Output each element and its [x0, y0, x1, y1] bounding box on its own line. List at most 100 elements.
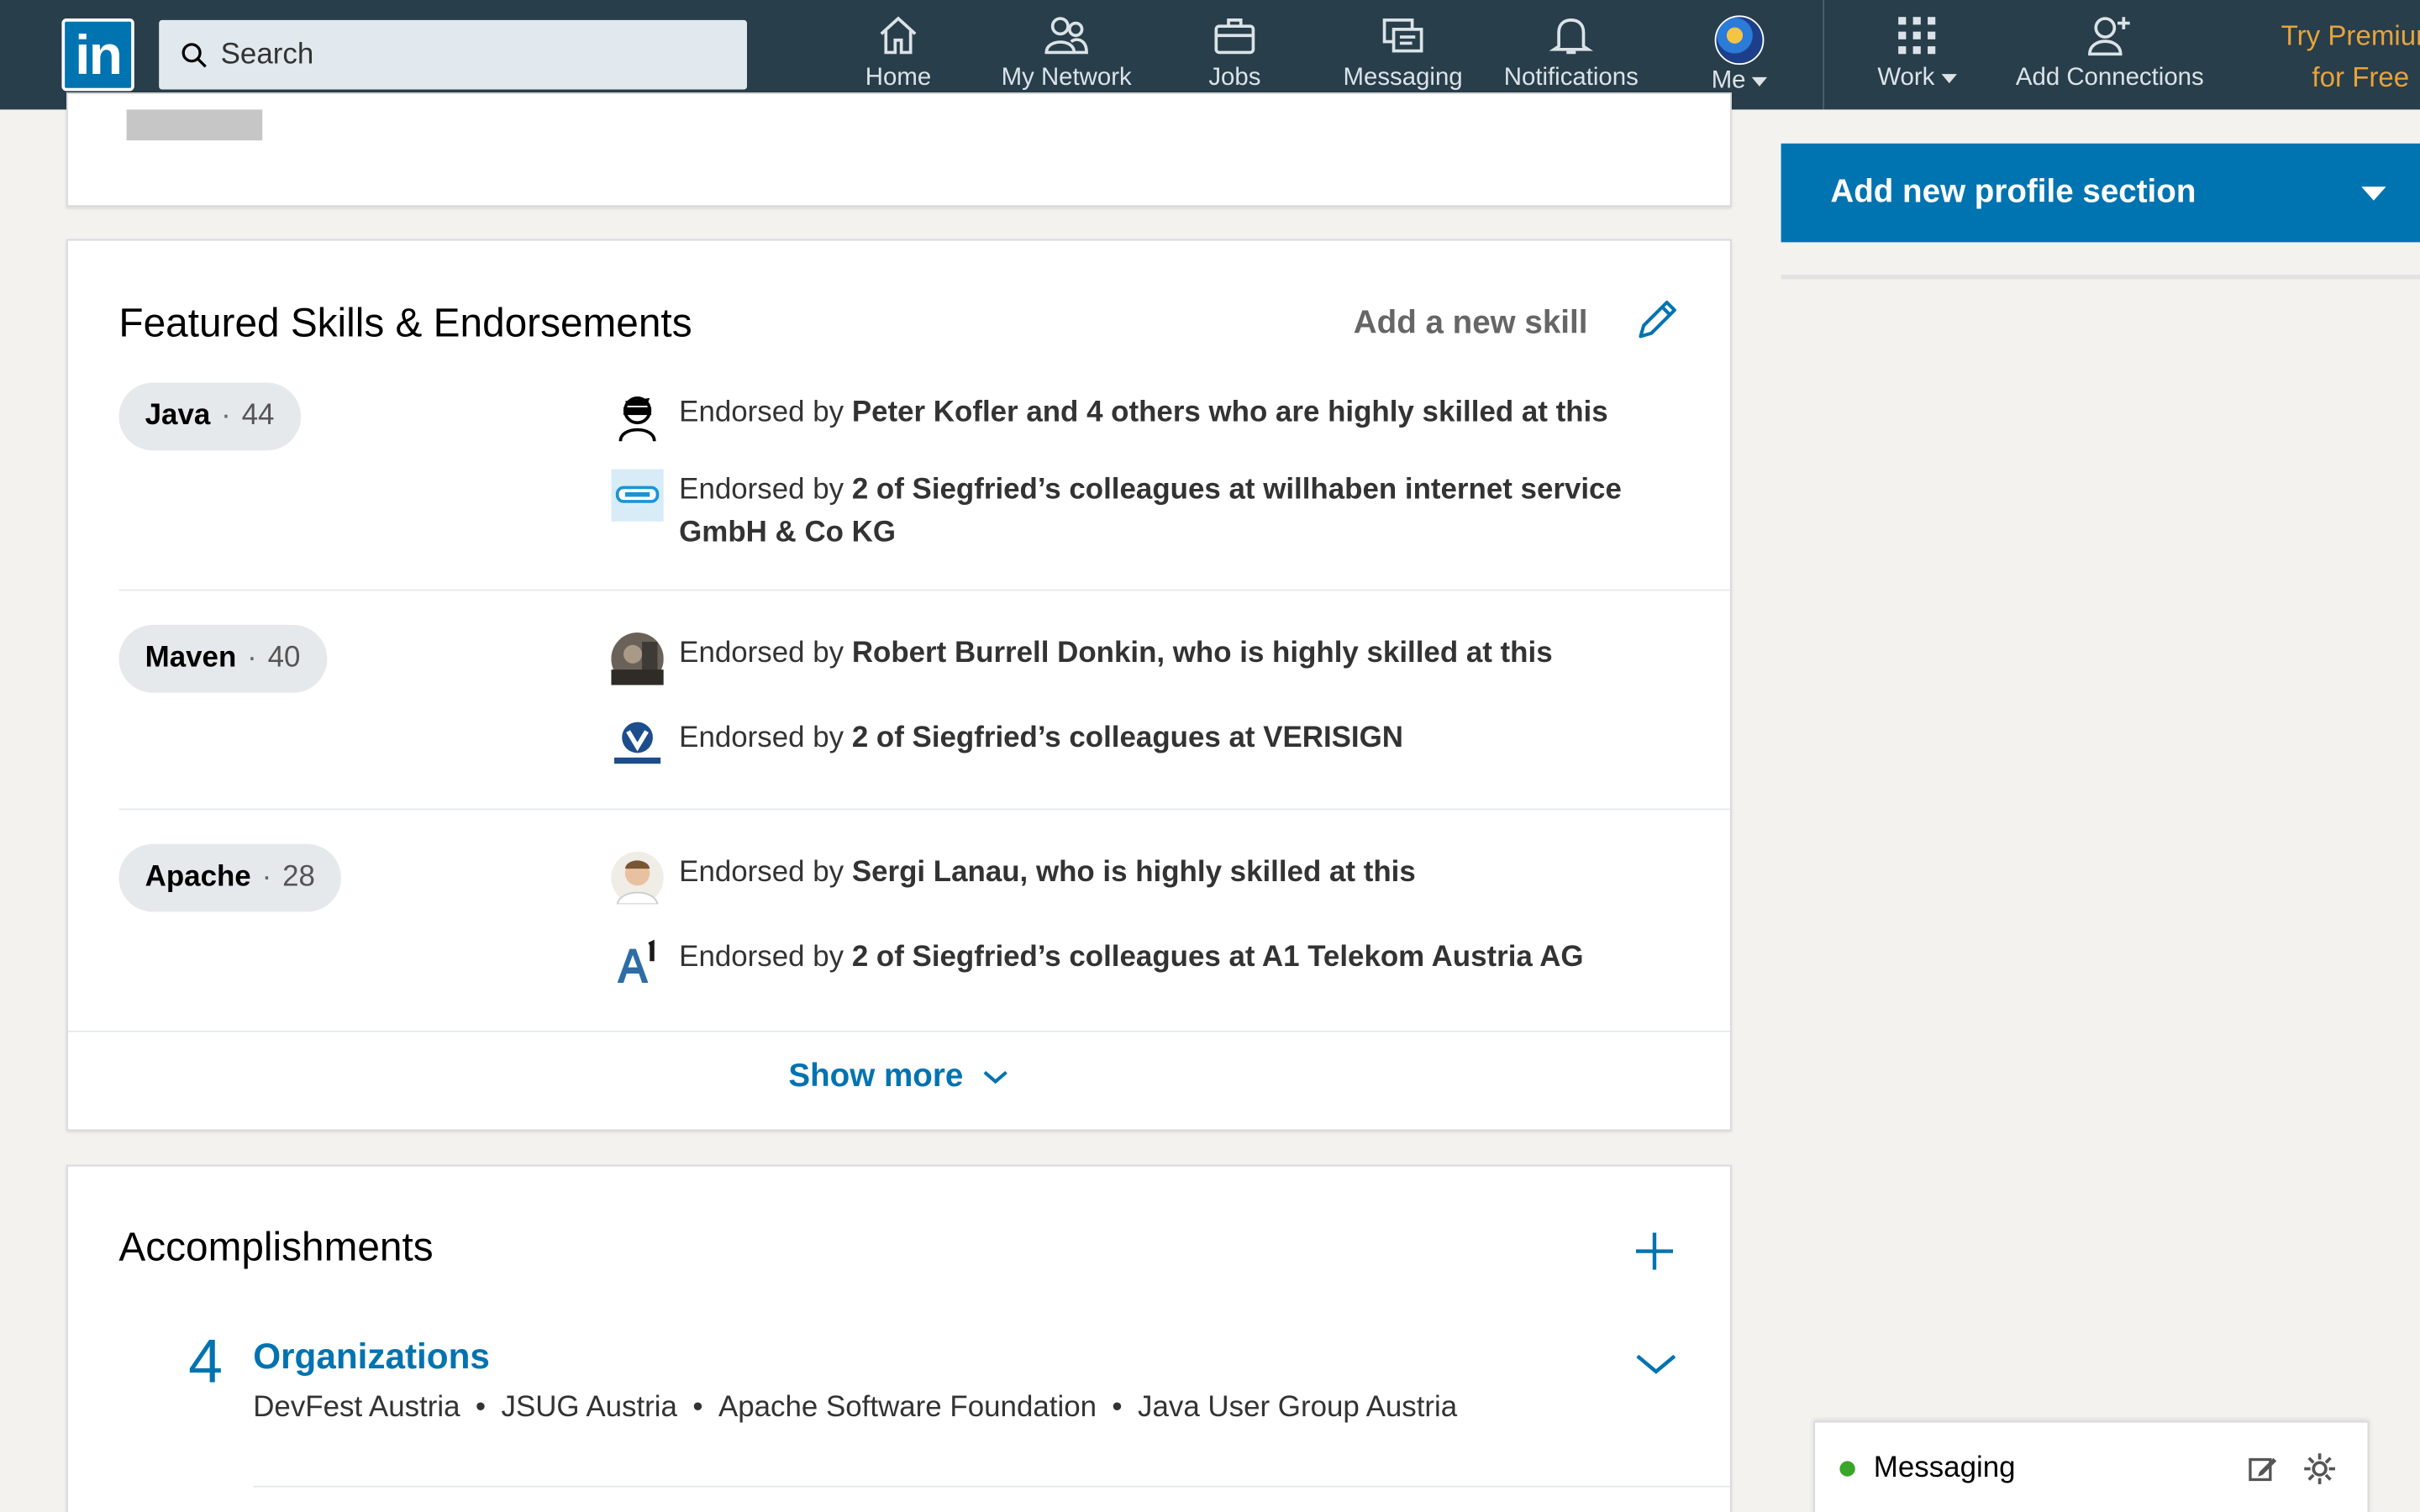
- search-icon: [182, 42, 207, 67]
- accomplishment-count: 4: [188, 1328, 223, 1397]
- endorsement-text: Endorsed by Peter Kofler and 4 others wh…: [679, 392, 1607, 435]
- endorsement-maven-1[interactable]: Endorsed by Robert Burrell Donkin, who i…: [611, 633, 1629, 685]
- skill-name: Apache: [145, 860, 251, 894]
- endorser-avatar-icon: [611, 633, 664, 685]
- home-icon: [880, 16, 917, 55]
- endorsement-detail: 2 of Siegfried’s colleagues at A1 Teleko…: [851, 941, 1584, 974]
- skill-pill-maven[interactable]: Maven · 40: [118, 624, 327, 693]
- nav-divider: [1823, 0, 1825, 110]
- a1-logo-icon: [617, 939, 655, 983]
- nav-messaging[interactable]: Messaging: [1337, 13, 1470, 105]
- endorsement-maven-2[interactable]: Endorsed by 2 of Siegfried’s colleagues …: [611, 717, 1629, 769]
- nav-work-label: Work: [1877, 65, 1957, 92]
- skill-count: 44: [241, 399, 275, 433]
- compose-icon[interactable]: [2247, 1453, 2278, 1484]
- skill-name: Java: [145, 399, 211, 433]
- organization-item: Java User Group Austria: [1138, 1391, 1458, 1425]
- messaging-dock[interactable]: Messaging: [1813, 1420, 2370, 1512]
- skill-dot: ·: [247, 642, 257, 675]
- nav-notifications-label: Notifications: [1503, 65, 1639, 92]
- plus-icon[interactable]: [1631, 1228, 1677, 1274]
- nav-jobs-label: Jobs: [1208, 65, 1261, 92]
- messaging-icon: [1382, 18, 1423, 53]
- nav-home-label: Home: [865, 65, 932, 92]
- caret-down-icon: [2361, 186, 2386, 201]
- nav-my-network-label: My Network: [1001, 65, 1132, 92]
- skill-count: 28: [282, 860, 315, 894]
- endorsement-prefix: Endorsed by: [679, 941, 852, 974]
- pencil-icon[interactable]: [1634, 297, 1681, 343]
- nav-me-label: Me: [1712, 68, 1768, 96]
- nav-add-connections[interactable]: Add Connections: [2007, 13, 2213, 105]
- nav-my-network[interactable]: My Network: [992, 13, 1140, 105]
- skill-pill-java[interactable]: Java · 44: [118, 382, 301, 451]
- skills-title: Featured Skills & Endorsements: [118, 299, 692, 346]
- endorsement-java-2[interactable]: Endorsed by 2 of Siegfried’s colleagues …: [611, 469, 1629, 555]
- linkedin-logo[interactable]: in: [61, 18, 134, 92]
- endorsement-text: Endorsed by Robert Burrell Donkin, who i…: [679, 633, 1552, 675]
- add-profile-section-label: Add new profile section: [1830, 174, 2196, 210]
- skills-card: Featured Skills & Endorsements Add a new…: [66, 239, 1732, 1131]
- endorsement-prefix: Endorsed by: [679, 722, 852, 755]
- endorsement-detail: Sergi Lanau, who is highly skilled at th…: [851, 856, 1416, 889]
- bullet-separator: •: [692, 1391, 703, 1425]
- endorsement-java-1[interactable]: Endorsed by Peter Kofler and 4 others wh…: [611, 392, 1629, 444]
- try-premium-link[interactable]: Try Premium for Free: [2269, 15, 2420, 98]
- skill-pill-apache[interactable]: Apache · 28: [118, 843, 342, 912]
- company-logo-icon: [611, 469, 664, 522]
- show-more-button[interactable]: Show more: [68, 1058, 1730, 1095]
- row-divider: [118, 589, 1730, 591]
- row-divider: [118, 808, 1730, 811]
- endorsement-text: Endorsed by Sergi Lanau, who is highly s…: [679, 852, 1416, 895]
- endorsement-detail: Robert Burrell Donkin, who is highly ski…: [851, 637, 1553, 670]
- online-status-icon: [1839, 1461, 1855, 1477]
- endorsement-prefix: Endorsed by: [679, 473, 852, 507]
- endorsement-detail: Peter Kofler and 4 others who are highly…: [851, 396, 1608, 429]
- search-input[interactable]: [220, 37, 715, 72]
- avatar: [1714, 15, 1765, 66]
- endorsement-prefix: Endorsed by: [679, 637, 852, 670]
- endorsement-prefix: Endorsed by: [679, 856, 852, 889]
- add-person-icon: [2088, 17, 2130, 56]
- skill-name: Maven: [145, 642, 237, 675]
- endorsement-text: Endorsed by 2 of Siegfried’s colleagues …: [679, 717, 1403, 760]
- chevron-down-icon[interactable]: [1634, 1352, 1677, 1376]
- organizations-link[interactable]: Organizations: [253, 1336, 490, 1378]
- show-more-divider: [67, 1030, 1730, 1032]
- messaging-dock-label: Messaging: [1873, 1452, 2016, 1484]
- grid-icon: [1898, 17, 1936, 55]
- nav-work-text: Work: [1877, 65, 1935, 92]
- nav-add-connections-label: Add Connections: [2015, 65, 2204, 92]
- chevron-down-icon: [983, 1071, 1008, 1085]
- nav-work[interactable]: Work: [1872, 13, 1962, 105]
- organization-item: JSUG Austria: [501, 1391, 677, 1425]
- skill-count: 40: [267, 642, 301, 675]
- accomplishments-title: Accomplishments: [118, 1223, 434, 1270]
- organization-item: Apache Software Foundation: [718, 1391, 1097, 1425]
- sidebar-divider: [1781, 274, 2420, 280]
- briefcase-icon: [1214, 18, 1255, 55]
- profile-card-partial: [66, 92, 1732, 207]
- endorser-avatar-icon: [618, 396, 656, 442]
- nav-notifications[interactable]: Notifications: [1497, 13, 1645, 105]
- page: in Home My Network Jobs Messaging Notifi…: [0, 0, 2420, 1512]
- verisign-logo-icon: [614, 722, 661, 764]
- skill-dot: ·: [261, 860, 272, 894]
- skill-dot: ·: [221, 399, 231, 433]
- premium-line-1: Try Premium: [2281, 19, 2420, 51]
- placeholder-block: [126, 109, 263, 141]
- accomplishments-card: Accomplishments 4 Organizations DevFest …: [66, 1164, 1732, 1512]
- endorsement-apache-2[interactable]: Endorsed by 2 of Siegfried’s colleagues …: [611, 937, 1629, 989]
- gear-icon[interactable]: [2302, 1452, 2336, 1485]
- show-more-label: Show more: [788, 1058, 964, 1095]
- bullet-separator: •: [1112, 1391, 1123, 1425]
- endorsement-apache-1[interactable]: Endorsed by Sergi Lanau, who is highly s…: [611, 851, 1629, 905]
- nav-jobs[interactable]: Jobs: [1201, 13, 1269, 105]
- nav-home[interactable]: Home: [858, 13, 939, 105]
- bullet-separator: •: [475, 1391, 487, 1425]
- add-skill-button[interactable]: Add a new skill: [1354, 306, 1588, 343]
- endorsement-text: Endorsed by 2 of Siegfried’s colleagues …: [679, 469, 1629, 555]
- add-profile-section-button[interactable]: Add new profile section: [1781, 143, 2420, 243]
- search-box[interactable]: [159, 19, 747, 90]
- nav-me-text: Me: [1711, 67, 1746, 95]
